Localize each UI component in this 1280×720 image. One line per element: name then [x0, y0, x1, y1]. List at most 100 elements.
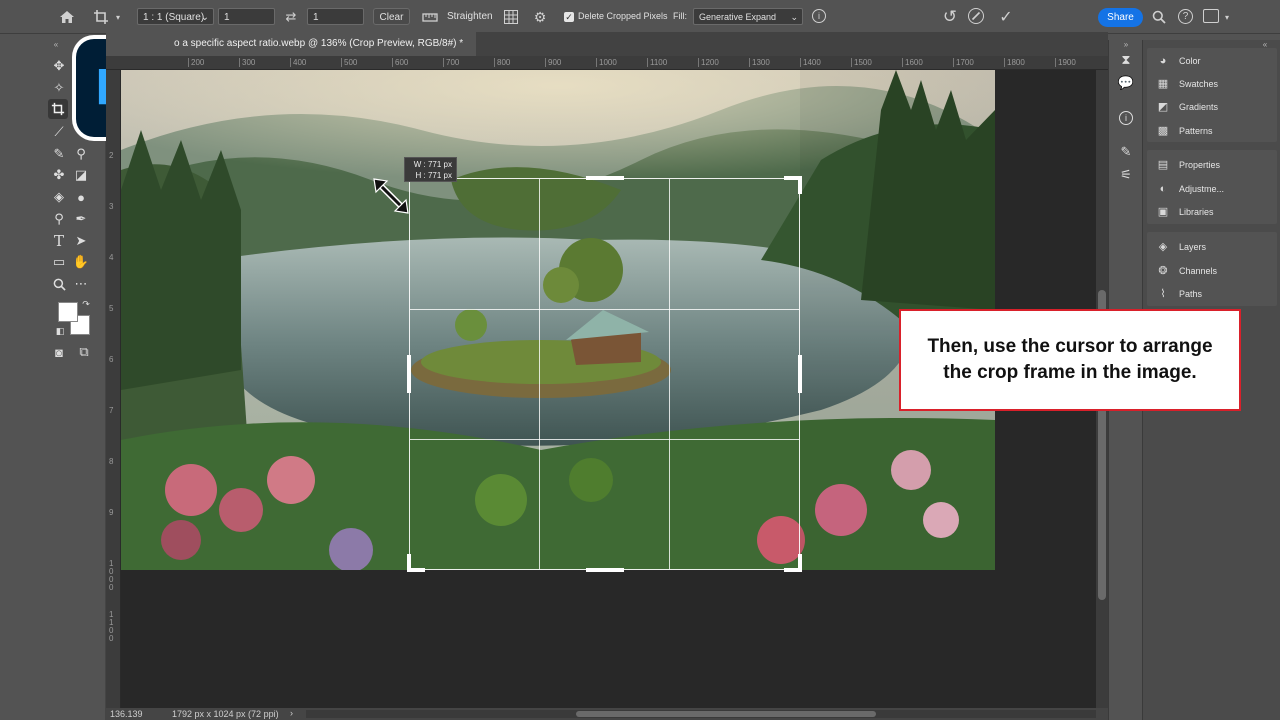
document-tab-bar: o a specific aspect ratio.webp @ 136% (C…	[106, 32, 1108, 56]
ruler-tick-label: 8	[109, 457, 114, 466]
crop-height-input[interactable]: 1	[307, 8, 364, 25]
panel-label: Channels	[1179, 266, 1218, 276]
crop-width-readout: W : 771 px	[413, 160, 452, 169]
ruler-tick-label: 1900	[1055, 58, 1076, 67]
panel-adjustments[interactable]: ◐ Adjustme...	[1155, 180, 1224, 198]
panel-label: Gradients	[1179, 102, 1219, 112]
panel-channels[interactable]: ❂ Channels	[1155, 262, 1217, 280]
home-icon[interactable]	[56, 7, 78, 27]
fill-select[interactable]: Generative Expand ⌄	[693, 8, 803, 25]
stamp-tool-icon[interactable]: ⚲	[71, 144, 91, 164]
blur-tool-icon[interactable]: ●	[71, 187, 91, 207]
delete-cropped-checkbox[interactable]: ✓	[564, 12, 574, 22]
crop-grid-line	[539, 179, 540, 569]
panel-color[interactable]: ◕ Color	[1155, 52, 1201, 70]
ruler-tick-label: 5	[109, 304, 114, 313]
clear-button[interactable]: Clear	[373, 8, 410, 25]
ruler-tick-label: 3	[109, 202, 114, 211]
hand-tool-icon[interactable]: ✋	[71, 252, 91, 272]
reset-icon[interactable]: ↺	[940, 7, 960, 27]
eyedropper-tool-icon[interactable]: ⟋	[49, 122, 69, 142]
panel-swatches[interactable]: ▦ Swatches	[1155, 75, 1218, 93]
panel-properties[interactable]: ▤ Properties	[1155, 156, 1220, 174]
ruler-tick-label: 1700	[953, 58, 974, 67]
dodge-tool-icon[interactable]: ⚲	[49, 209, 69, 229]
share-button[interactable]: Share	[1098, 8, 1143, 27]
panel-label: Swatches	[1179, 79, 1219, 89]
comments-icon[interactable]: 💬	[1116, 73, 1136, 93]
panel-group-color: ◕ Color ▦ Swatches ◩ Gradients ▩ Patterns	[1147, 48, 1277, 142]
straighten-label[interactable]: Straighten	[447, 8, 493, 25]
crop-handle-bottom-left[interactable]	[407, 554, 425, 572]
scroll-thumb[interactable]	[576, 711, 876, 717]
document-info[interactable]: 1792 px x 1024 px (72 ppi)	[172, 709, 279, 719]
crop-handle-bottom-right[interactable]	[784, 554, 802, 572]
swatches-icon: ▦	[1157, 78, 1169, 90]
grid-overlay-icon[interactable]	[502, 8, 520, 26]
ruler-tick-label: 400	[290, 58, 306, 67]
swap-icon[interactable]: ⇄	[281, 8, 301, 25]
collapse-chevron-icon[interactable]: «	[46, 34, 66, 54]
panel-libraries[interactable]: ▣ Libraries	[1155, 203, 1214, 221]
panel-label: Color	[1179, 56, 1201, 66]
search-icon[interactable]	[1150, 8, 1168, 26]
horizontal-scrollbar[interactable]	[306, 710, 1096, 718]
pen-tool-icon[interactable]: ✒	[71, 209, 91, 229]
ruler-tick-label: 900	[545, 58, 561, 67]
ruler-tick-label: 1600	[902, 58, 923, 67]
crop-handle-top-right[interactable]	[784, 176, 802, 194]
crop-tool-icon[interactable]	[48, 99, 68, 119]
document-tab[interactable]: o a specific aspect ratio.webp @ 136% (C…	[106, 32, 476, 56]
screen-mode-icon[interactable]: ⧉	[74, 342, 94, 362]
crop-tool-icon[interactable]	[90, 7, 112, 27]
info-icon[interactable]: i	[1116, 108, 1136, 128]
crop-frame[interactable]	[407, 176, 802, 572]
rectangle-tool-icon[interactable]: ▭	[49, 252, 69, 272]
healing-tool-icon[interactable]: ✤	[49, 165, 69, 185]
eraser-tool-icon[interactable]: ◪	[71, 165, 91, 185]
aspect-ratio-select[interactable]: 1 : 1 (Square) ⌄	[137, 8, 214, 25]
adjustments-icon: ◐	[1159, 183, 1167, 195]
cancel-icon[interactable]	[968, 8, 984, 24]
info-icon[interactable]: i	[812, 9, 826, 23]
panel-layers[interactable]: ◈ Layers	[1155, 238, 1206, 256]
zoom-level[interactable]: 136.139	[110, 709, 143, 719]
gear-icon[interactable]: ⚙	[531, 8, 549, 26]
straighten-icon[interactable]	[421, 8, 439, 25]
foreground-color-swatch[interactable]	[58, 302, 78, 322]
quick-mask-icon[interactable]: ◙	[49, 342, 69, 362]
crop-handle-top[interactable]	[586, 176, 624, 180]
workspace-icon[interactable]	[1203, 9, 1219, 23]
history-icon[interactable]: ⧗	[1116, 50, 1136, 70]
more-tools-icon[interactable]: ⋯	[71, 274, 91, 294]
crop-width-input[interactable]: 1	[218, 8, 275, 25]
panel-patterns[interactable]: ▩ Patterns	[1155, 122, 1213, 140]
panel-group-layers: ◈ Layers ❂ Channels ⌇ Paths	[1147, 232, 1277, 306]
chevron-down-icon[interactable]: ▾	[113, 9, 123, 25]
path-select-tool-icon[interactable]: ➤	[71, 231, 91, 251]
crop-handle-left[interactable]	[407, 355, 411, 393]
swap-colors-icon[interactable]: ↷	[80, 298, 92, 310]
move-tool-icon[interactable]: ✥	[49, 56, 69, 76]
type-tool-icon[interactable]: T	[49, 231, 69, 251]
brushes-icon[interactable]: ✎	[1116, 142, 1136, 162]
magic-select-tool-icon[interactable]: ✧	[49, 78, 69, 98]
chevron-down-icon[interactable]: ▾	[1222, 9, 1232, 25]
fill-select-value: Generative Expand	[699, 12, 777, 22]
panel-paths[interactable]: ⌇ Paths	[1155, 285, 1202, 303]
crop-handle-right[interactable]	[798, 355, 802, 393]
help-icon[interactable]: ?	[1178, 9, 1193, 24]
brush-tool-icon[interactable]: ✎	[49, 144, 69, 164]
chevron-right-icon[interactable]: ›	[290, 708, 293, 718]
brush-settings-icon[interactable]: ⚟	[1116, 165, 1136, 185]
default-colors-icon[interactable]: ◧	[54, 325, 66, 337]
crop-handle-bottom[interactable]	[586, 568, 624, 572]
panel-gradients[interactable]: ◩ Gradients	[1155, 98, 1218, 116]
commit-check-icon[interactable]: ✓	[996, 7, 1016, 27]
ruler-tick-label: 1000	[596, 58, 617, 67]
gradients-icon: ◩	[1157, 101, 1169, 113]
zoom-tool-icon[interactable]	[49, 274, 69, 294]
ruler-tick-label: 1200	[698, 58, 719, 67]
paint-bucket-tool-icon[interactable]: ◈	[49, 187, 69, 207]
panel-group-properties: ▤ Properties ◐ Adjustme... ▣ Libraries	[1147, 150, 1277, 224]
